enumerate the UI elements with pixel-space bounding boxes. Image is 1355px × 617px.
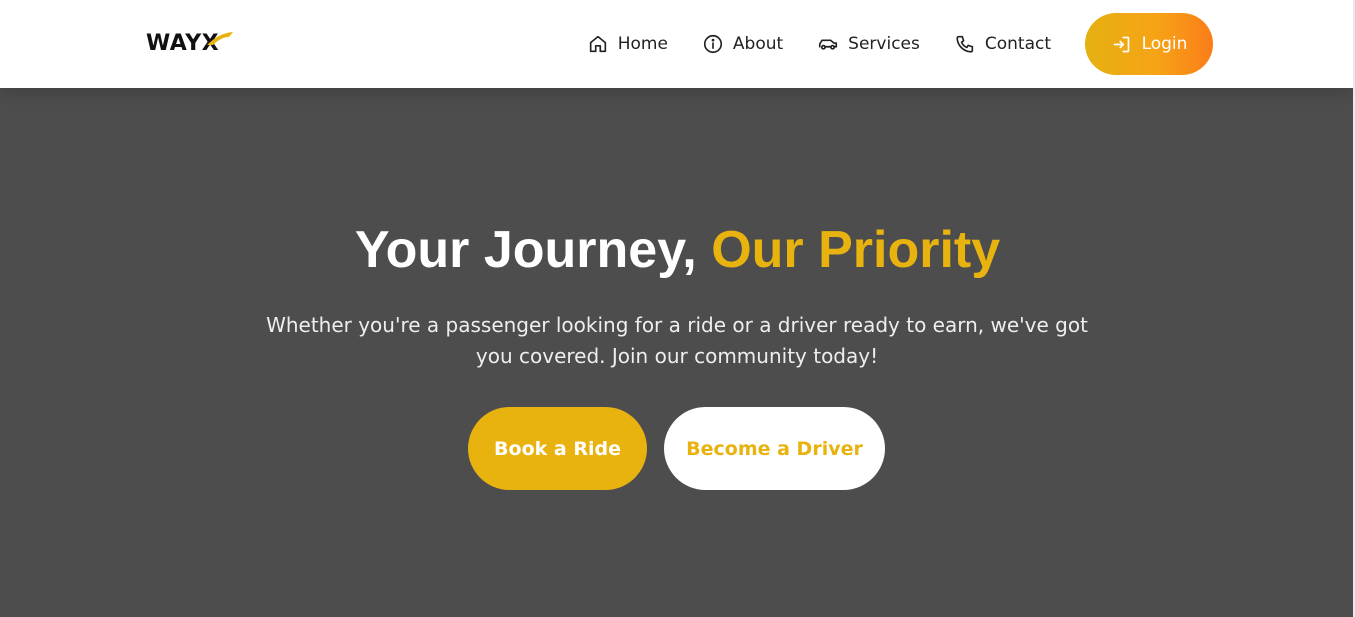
nav-item-label: About [732,34,784,54]
login-button[interactable]: Login [1085,13,1213,75]
nav-item-contact[interactable]: Contact [954,33,1051,55]
nav-item-label: Home [617,34,668,54]
hero-title-accent: Our Priority [711,221,1001,279]
brand-logo[interactable]: WAYX [146,26,235,60]
hero-actions: Book a Ride Become a Driver [468,407,885,490]
nav-item-services[interactable]: Services [817,33,920,55]
hero-subtitle: Whether you're a passenger looking for a… [266,313,1088,368]
info-icon [703,34,722,54]
book-ride-button[interactable]: Book a Ride [468,407,647,490]
home-icon [589,35,606,53]
nav-item-about[interactable]: About [702,33,783,55]
hero-section: Your Journey, Our Priority Whether you'r… [0,88,1355,617]
become-driver-button[interactable]: Become a Driver [664,407,885,490]
nav-item-home[interactable]: Home [587,33,668,55]
nav-item-label: Services [848,34,920,54]
phone-icon [956,35,974,53]
swoosh-icon [207,32,234,45]
nav-item-label: Contact [984,34,1051,54]
navbar: WAYX Home About Services Contact Login [0,0,1355,88]
login-icon [1113,36,1129,52]
hero-title: Your Journey, Our Priority [0,218,1355,282]
main-nav: Home About Services Contact [587,0,1051,88]
login-label: Login [1141,34,1188,54]
hero-title-main: Your Journey, [354,221,697,279]
car-icon [819,39,838,50]
